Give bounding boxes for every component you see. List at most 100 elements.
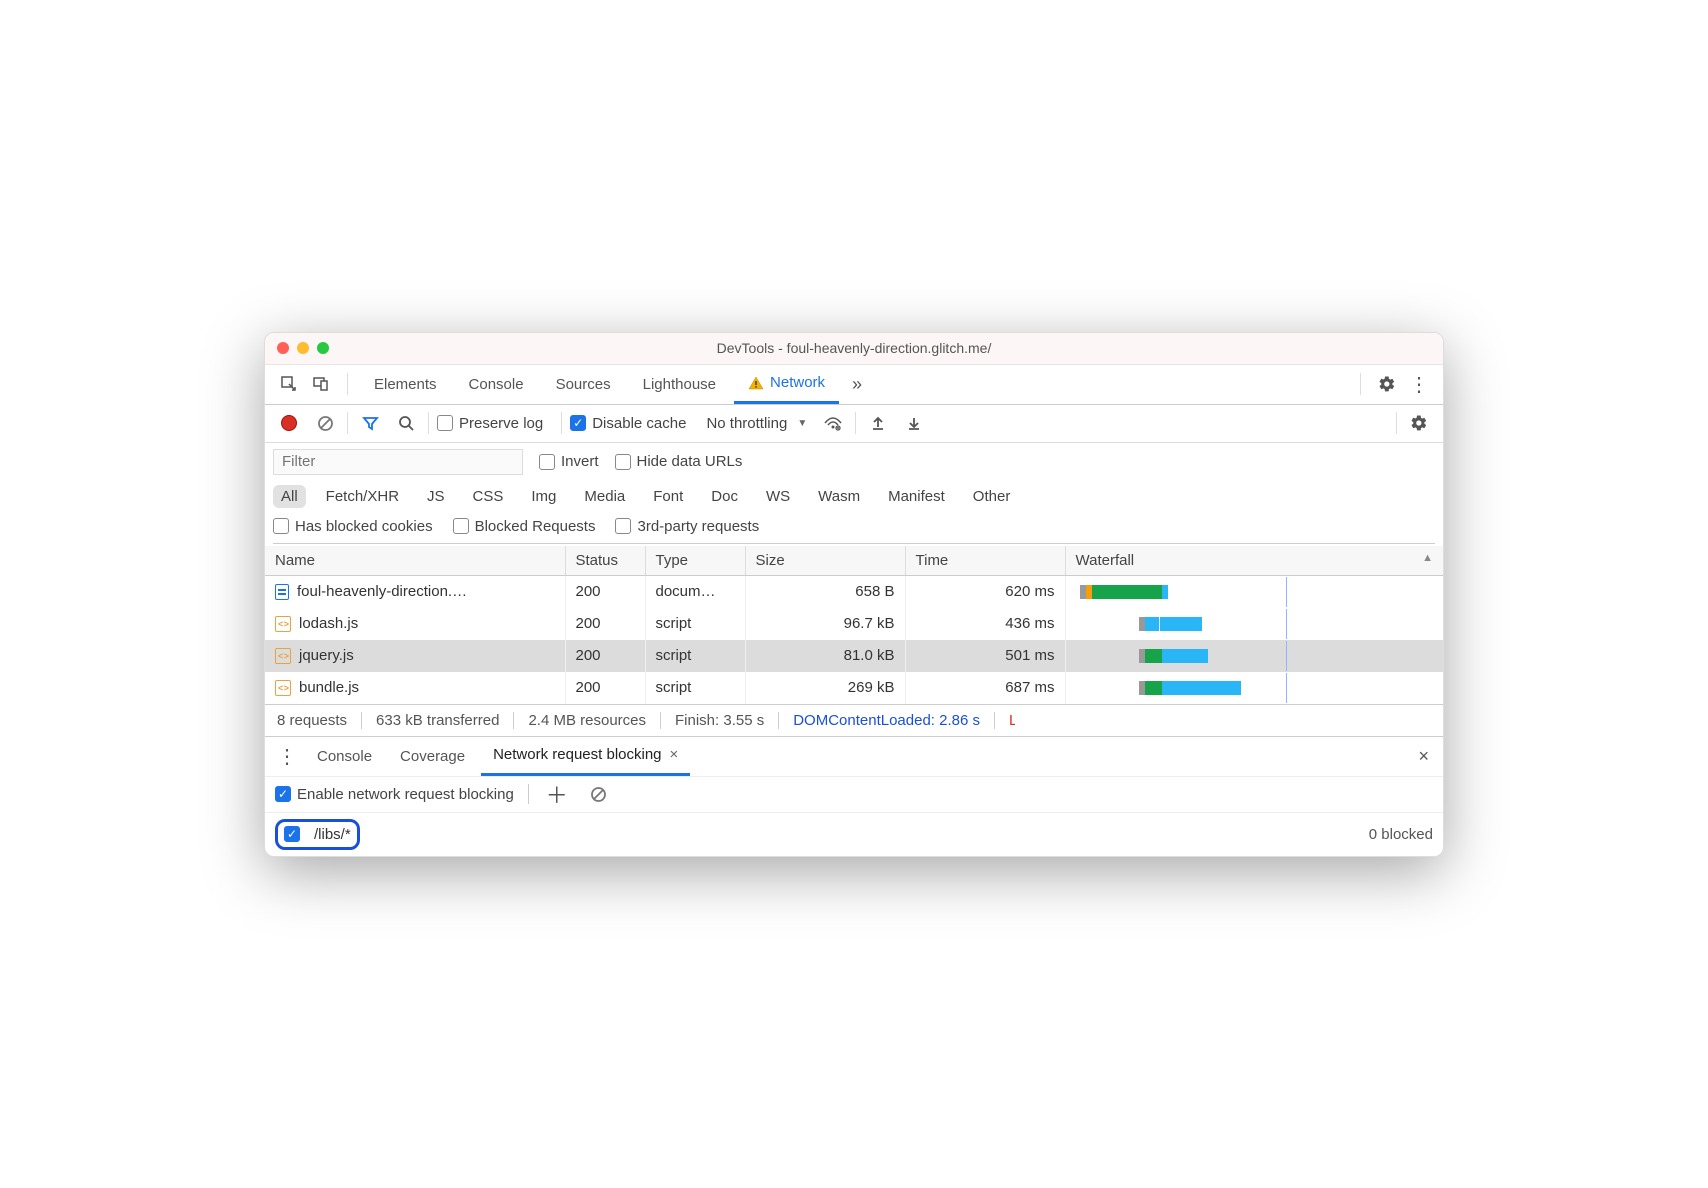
- blocked-count: 0 blocked: [1369, 826, 1433, 843]
- device-toggle-icon[interactable]: [307, 370, 335, 398]
- filter-js[interactable]: JS: [419, 485, 453, 508]
- cell-waterfall: [1065, 640, 1443, 672]
- more-tabs-icon[interactable]: »: [843, 370, 871, 398]
- filter-toggle-icon[interactable]: [356, 409, 384, 437]
- filter-input[interactable]: [273, 449, 523, 475]
- tab-console[interactable]: Console: [455, 364, 538, 404]
- table-row[interactable]: bundle.js 200 script 269 kB 687 ms: [265, 672, 1443, 704]
- invert-checkbox[interactable]: Invert: [539, 453, 599, 470]
- chevron-down-icon: ▼: [797, 418, 807, 429]
- cell-time: 436 ms: [905, 608, 1065, 640]
- close-drawer-icon[interactable]: ×: [1418, 746, 1435, 767]
- col-time[interactable]: Time: [905, 546, 1065, 576]
- filter-wasm[interactable]: Wasm: [810, 485, 868, 508]
- cell-size: 658 B: [745, 575, 905, 608]
- col-waterfall[interactable]: Waterfall ▲: [1065, 546, 1443, 576]
- cell-time: 620 ms: [905, 575, 1065, 608]
- col-size[interactable]: Size: [745, 546, 905, 576]
- inspect-icon[interactable]: [275, 370, 303, 398]
- tab-network[interactable]: Network: [734, 364, 839, 404]
- pattern-text[interactable]: /libs/*: [314, 826, 351, 843]
- summary-resources: 2.4 MB resources: [514, 712, 661, 729]
- enable-blocking-checkbox[interactable]: Enable network request blocking: [275, 786, 514, 803]
- drawer-tab-blocking[interactable]: Network request blocking ×: [481, 736, 690, 776]
- col-type[interactable]: Type: [645, 546, 745, 576]
- filter-ws[interactable]: WS: [758, 485, 798, 508]
- hide-data-urls-checkbox[interactable]: Hide data URLs: [615, 453, 743, 470]
- filter-bar: Invert Hide data URLs All Fetch/XHR JS C…: [265, 443, 1443, 546]
- record-button[interactable]: [275, 409, 303, 437]
- network-toolbar: Preserve log Disable cache No throttling…: [265, 405, 1443, 443]
- filter-doc[interactable]: Doc: [703, 485, 746, 508]
- type-filters: All Fetch/XHR JS CSS Img Media Font Doc …: [273, 481, 1435, 512]
- col-name[interactable]: Name: [265, 546, 565, 576]
- cell-waterfall: [1065, 608, 1443, 640]
- pattern-checkbox[interactable]: [284, 826, 306, 842]
- filter-css[interactable]: CSS: [465, 485, 512, 508]
- cell-waterfall: [1065, 575, 1443, 608]
- col-status[interactable]: Status: [565, 546, 645, 576]
- has-blocked-cookies-checkbox[interactable]: Has blocked cookies: [273, 518, 433, 535]
- summary-requests: 8 requests: [277, 712, 362, 729]
- preserve-log-label: Preserve log: [459, 415, 543, 432]
- cell-status: 200: [565, 575, 645, 608]
- filter-all[interactable]: All: [273, 485, 306, 508]
- cell-time: 501 ms: [905, 640, 1065, 672]
- summary-bar: 8 requests 633 kB transferred 2.4 MB res…: [265, 704, 1443, 736]
- disable-cache-checkbox[interactable]: Disable cache: [570, 415, 686, 432]
- filter-fetch-xhr[interactable]: Fetch/XHR: [318, 485, 407, 508]
- filter-img[interactable]: Img: [523, 485, 564, 508]
- throttling-select[interactable]: No throttling ▼: [702, 415, 811, 432]
- settings-icon[interactable]: [1373, 370, 1401, 398]
- drawer-tab-console[interactable]: Console: [305, 736, 384, 776]
- cell-time: 687 ms: [905, 672, 1065, 704]
- summary-finish: Finish: 3.55 s: [661, 712, 779, 729]
- devtools-window: DevTools - foul-heavenly-direction.glitc…: [264, 332, 1444, 857]
- add-pattern-icon[interactable]: ＋: [543, 780, 571, 808]
- script-icon: [275, 648, 291, 664]
- third-party-checkbox[interactable]: 3rd-party requests: [615, 518, 759, 535]
- cell-status: 200: [565, 608, 645, 640]
- kebab-menu-icon[interactable]: ⋮: [1405, 370, 1433, 398]
- preserve-log-checkbox[interactable]: Preserve log: [437, 415, 543, 432]
- cell-size: 81.0 kB: [745, 640, 905, 672]
- close-tab-icon[interactable]: ×: [670, 746, 679, 763]
- cell-type: docum…: [645, 575, 745, 608]
- blocked-requests-checkbox[interactable]: Blocked Requests: [453, 518, 596, 535]
- download-har-icon[interactable]: [900, 409, 928, 437]
- filter-font[interactable]: Font: [645, 485, 691, 508]
- table-row[interactable]: lodash.js 200 script 96.7 kB 436 ms: [265, 608, 1443, 640]
- network-settings-icon[interactable]: [1405, 409, 1433, 437]
- remove-all-patterns-icon[interactable]: [585, 780, 613, 808]
- clear-icon[interactable]: [311, 409, 339, 437]
- window-title: DevTools - foul-heavenly-direction.glitc…: [265, 340, 1443, 356]
- throttling-value: No throttling: [706, 415, 787, 432]
- pattern-row: /libs/* 0 blocked: [265, 812, 1443, 856]
- upload-har-icon[interactable]: [864, 409, 892, 437]
- tab-elements[interactable]: Elements: [360, 364, 451, 404]
- drawer-tab-coverage[interactable]: Coverage: [388, 736, 477, 776]
- cell-status: 200: [565, 672, 645, 704]
- cell-size: 269 kB: [745, 672, 905, 704]
- cell-type: script: [645, 672, 745, 704]
- cell-size: 96.7 kB: [745, 608, 905, 640]
- cell-name: jquery.js: [265, 640, 565, 672]
- script-icon: [275, 616, 291, 632]
- tab-lighthouse[interactable]: Lighthouse: [629, 364, 730, 404]
- warning-icon: [748, 376, 764, 390]
- network-conditions-icon[interactable]: [819, 409, 847, 437]
- drawer-menu-icon[interactable]: ⋮: [273, 742, 301, 770]
- filter-manifest[interactable]: Manifest: [880, 485, 953, 508]
- document-icon: [275, 584, 289, 600]
- tab-sources[interactable]: Sources: [542, 364, 625, 404]
- search-icon[interactable]: [392, 409, 420, 437]
- filter-other[interactable]: Other: [965, 485, 1019, 508]
- extra-filters: Has blocked cookies Blocked Requests 3rd…: [273, 512, 1435, 544]
- summary-dcl: DOMContentLoaded: 2.86 s: [779, 712, 995, 729]
- cell-name: foul-heavenly-direction.…: [265, 575, 565, 608]
- table-row[interactable]: jquery.js 200 script 81.0 kB 501 ms: [265, 640, 1443, 672]
- cell-type: script: [645, 608, 745, 640]
- summary-load: Load: [995, 712, 1015, 729]
- filter-media[interactable]: Media: [576, 485, 633, 508]
- table-row[interactable]: foul-heavenly-direction.… 200 docum… 658…: [265, 575, 1443, 608]
